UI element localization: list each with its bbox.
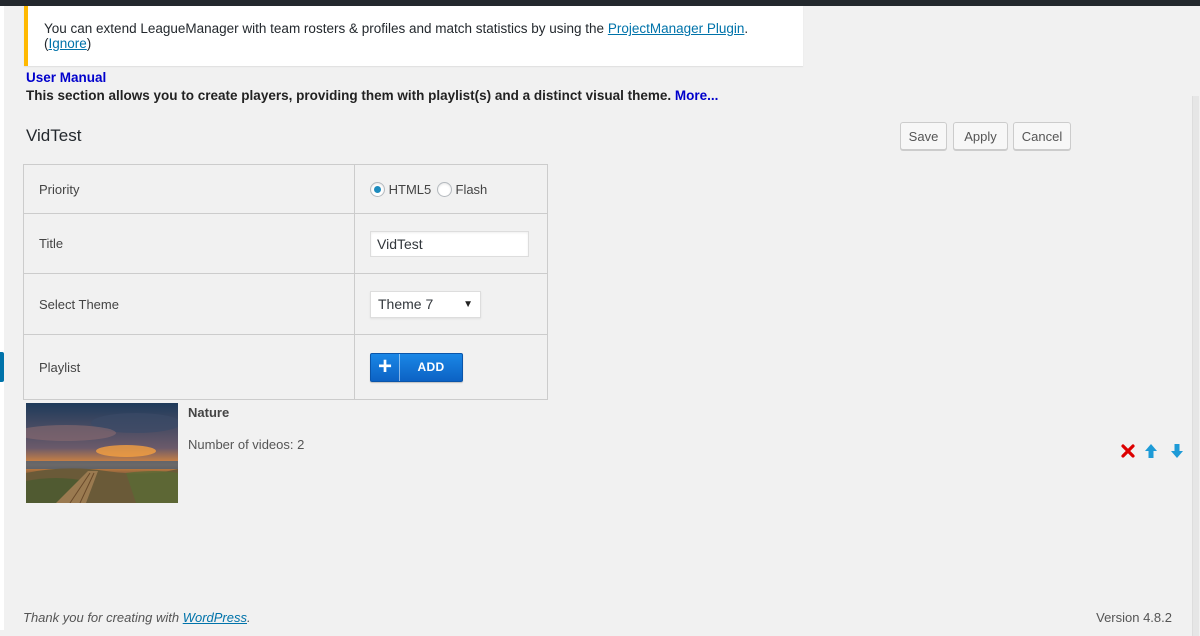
title-label: Title [23, 213, 355, 274]
theme-select-value: Theme 7 [378, 296, 434, 312]
playlist-name: Nature [188, 405, 230, 420]
collapse-menu-handle[interactable] [0, 352, 4, 382]
flash-radio-label[interactable]: Flash [456, 182, 488, 197]
notice-text: You can extend LeagueManager with team r… [44, 21, 605, 36]
playlist-thumbnail [26, 403, 178, 503]
scrollbar-thumb[interactable] [1192, 96, 1199, 636]
footer-thanks: Thank you for creating with WordPress. [23, 610, 251, 625]
projectmanager-plugin-link[interactable]: ProjectManager Plugin [608, 21, 745, 36]
chevron-down-icon: ▼ [463, 298, 473, 310]
wordpress-link[interactable]: WordPress [183, 610, 247, 625]
section-description: This section allows you to create player… [26, 88, 719, 103]
theme-select[interactable]: Theme 7 ▼ [370, 290, 481, 318]
page-title: VidTest [26, 126, 82, 145]
playlist-row: Playlist + ADD [23, 334, 548, 400]
move-down-icon[interactable] [1168, 442, 1186, 460]
apply-button[interactable]: Apply [953, 122, 1008, 150]
priority-label: Priority [23, 164, 355, 214]
flash-radio[interactable] [436, 182, 452, 198]
user-manual-link[interactable]: User Manual [26, 70, 106, 85]
theme-row: Select Theme Theme 7 ▼ [23, 273, 548, 335]
plugin-notice: You can extend LeagueManager with team r… [24, 6, 803, 66]
admin-menu-edge [0, 6, 4, 630]
cancel-button[interactable]: Cancel [1013, 122, 1071, 150]
select-theme-label: Select Theme [23, 273, 355, 335]
move-up-icon[interactable] [1142, 442, 1160, 460]
scrollbar[interactable] [1192, 6, 1200, 636]
html5-radio[interactable] [370, 182, 385, 198]
priority-row: Priority HTML5 Flash [23, 164, 548, 214]
add-playlist-button[interactable]: + ADD [370, 352, 463, 382]
html5-radio-label[interactable]: HTML5 [389, 182, 432, 197]
delete-icon[interactable] [1119, 442, 1137, 460]
add-button-label: ADD [417, 360, 445, 374]
playlist-label: Playlist [23, 334, 355, 400]
title-row: Title [23, 213, 548, 274]
nature-landscape-image [26, 403, 178, 503]
priority-options: HTML5 Flash [354, 164, 548, 214]
notice-ignore-link[interactable]: Ignore [49, 36, 87, 51]
plus-icon: + [371, 353, 400, 381]
more-link[interactable]: More... [675, 88, 719, 103]
playlist-video-count: Number of videos: 2 [188, 437, 305, 452]
save-button[interactable]: Save [900, 122, 947, 150]
title-input[interactable] [370, 230, 529, 257]
player-settings-form: Priority HTML5 Flash Title Select Theme … [23, 164, 548, 400]
footer-version: Version 4.8.2 [1096, 610, 1172, 625]
